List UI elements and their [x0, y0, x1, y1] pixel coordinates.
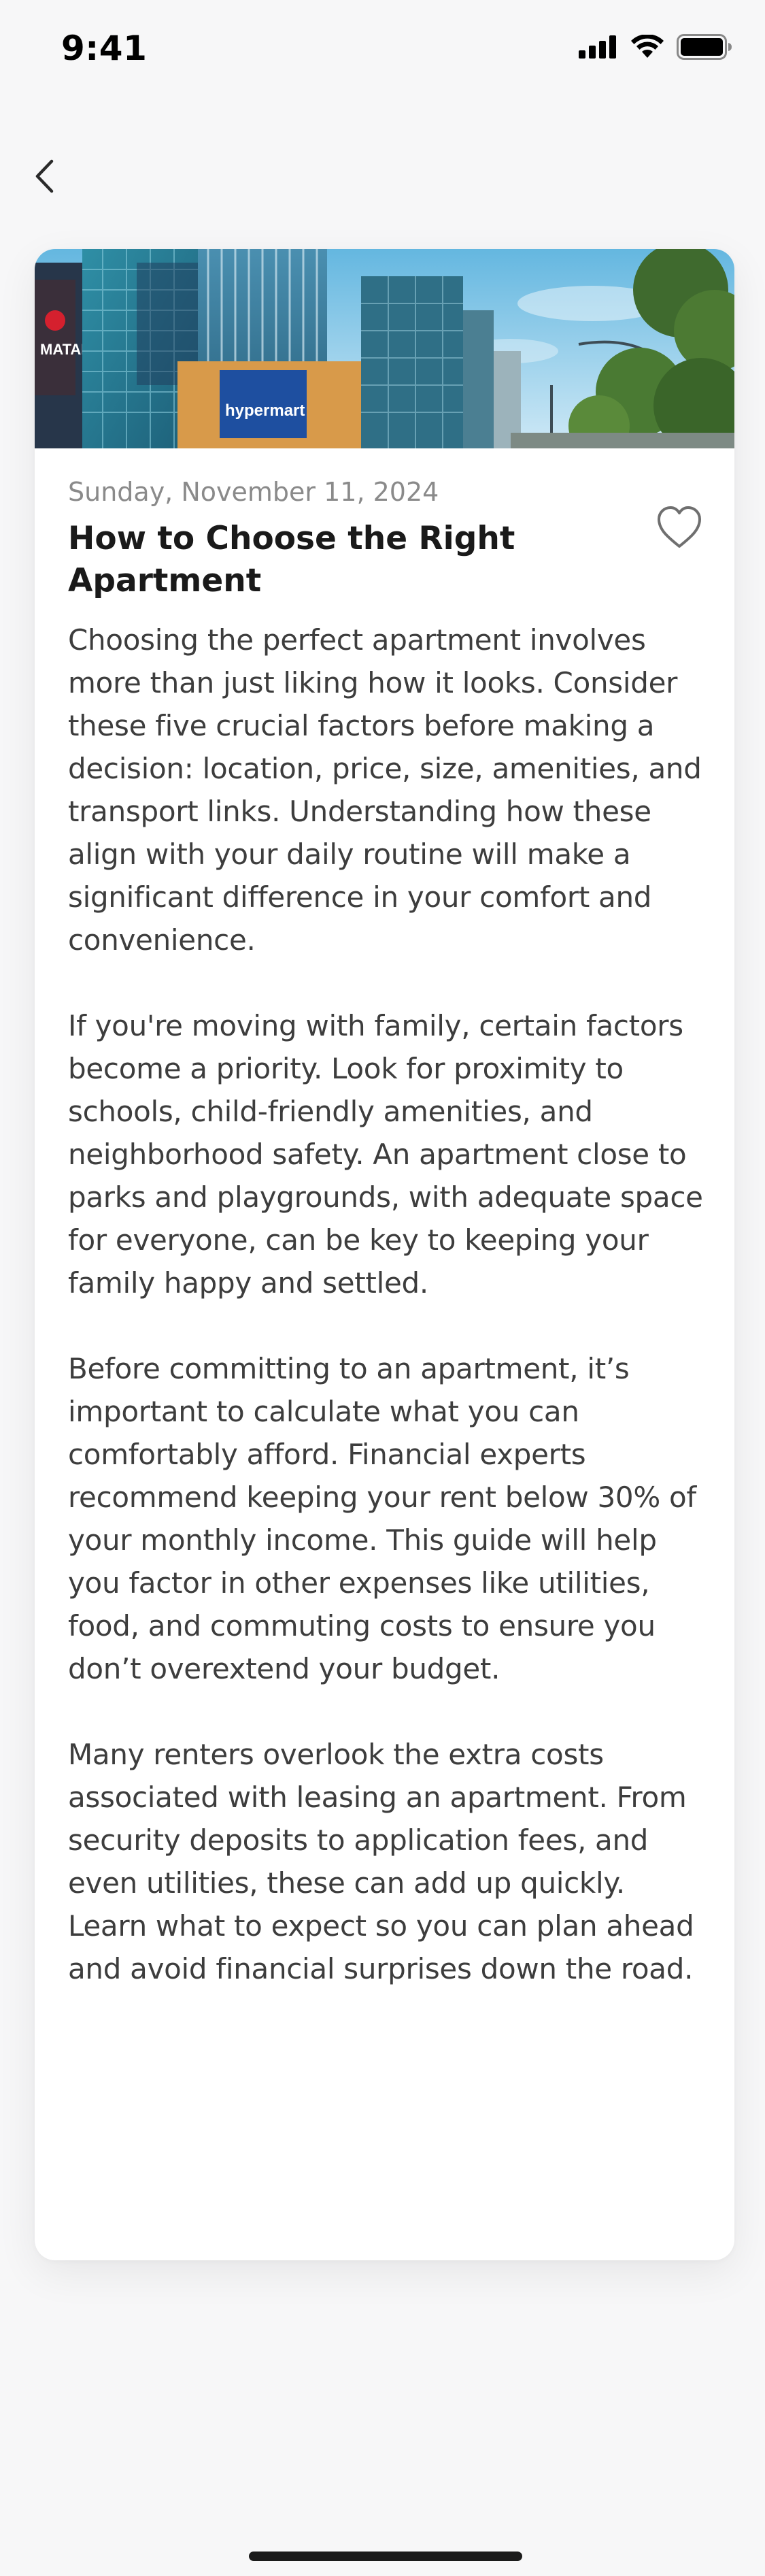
- article-paragraph: Before committing to an apartment, it’s …: [68, 1351, 696, 1685]
- article-paragraph: Many renters overlook the extra costs as…: [68, 1737, 694, 1985]
- chevron-left-icon: [34, 159, 54, 197]
- article-paragraph: Choosing the perfect apartment involves …: [68, 623, 702, 957]
- status-icons: [579, 34, 732, 63]
- article-image: MATAHARI hypermart: [35, 249, 734, 448]
- article-card: MATAHARI hypermart Sunday, November 11, …: [35, 249, 734, 2260]
- signal-icon: [579, 35, 618, 61]
- store-sign-center: hypermart: [225, 401, 305, 420]
- article-body: Sunday, November 11, 2024 How to Choose …: [35, 477, 734, 1990]
- battery-icon: [677, 34, 732, 63]
- article-date: Sunday, November 11, 2024: [68, 477, 439, 507]
- home-indicator[interactable]: [249, 2552, 522, 2561]
- favorite-button[interactable]: [655, 504, 704, 550]
- status-time: 9:41: [61, 29, 148, 68]
- heart-outline-icon: [655, 506, 704, 553]
- status-bar: 9:41: [0, 0, 765, 98]
- article-paragraph: If you're moving with family, certain fa…: [68, 1008, 703, 1300]
- back-button[interactable]: [27, 154, 61, 201]
- article-title: How to Choose the Right Apartment: [68, 519, 515, 599]
- wifi-icon: [630, 34, 664, 62]
